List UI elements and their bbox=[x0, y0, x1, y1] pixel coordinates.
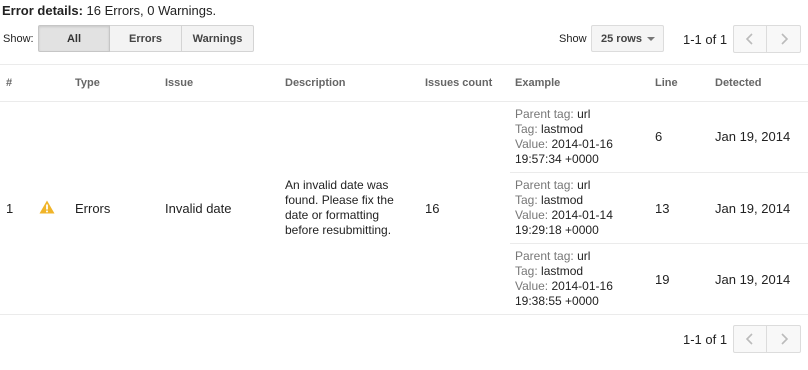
description-line: An invalid date was bbox=[285, 178, 389, 192]
example-detected: Jan 19, 2014 bbox=[715, 129, 791, 144]
col-header-detected[interactable]: Detected bbox=[715, 77, 761, 89]
table-bottom-border bbox=[0, 314, 808, 315]
description-line: found. Please fix the bbox=[285, 193, 394, 207]
description-line: date or formatting bbox=[285, 208, 380, 222]
description-line: before resubmitting. bbox=[285, 223, 392, 237]
example-line: 6 bbox=[655, 129, 663, 144]
example-detected: Jan 19, 2014 bbox=[715, 272, 791, 287]
chevron-left-icon bbox=[745, 333, 753, 345]
col-header-issue[interactable]: Issue bbox=[165, 77, 193, 89]
chevron-right-icon bbox=[780, 333, 788, 345]
summary-text: 16 Errors, 0 Warnings. bbox=[86, 3, 217, 18]
row-description: An invalid date was found. Please fix th… bbox=[285, 178, 394, 238]
filter-warnings-button[interactable]: Warnings bbox=[181, 25, 254, 52]
filter-errors-button[interactable]: Errors bbox=[110, 25, 182, 52]
chevron-right-icon bbox=[780, 33, 788, 45]
example-item: Parent tag: url Tag: lastmod Value: 2014… bbox=[515, 107, 613, 166]
col-header-issues-count[interactable]: Issues count bbox=[425, 77, 492, 89]
row-type: Errors bbox=[75, 201, 111, 216]
next-page-button-top[interactable] bbox=[767, 25, 801, 53]
filter-all-button[interactable]: All bbox=[38, 25, 110, 52]
row-index: 1 bbox=[6, 201, 14, 216]
header-bottom-border bbox=[0, 101, 808, 102]
next-page-button-bottom[interactable] bbox=[767, 325, 801, 353]
col-header-example[interactable]: Example bbox=[515, 77, 560, 89]
page-size-value: 25 rows bbox=[601, 32, 642, 45]
example-item: Parent tag: url Tag: lastmod Value: 2014… bbox=[515, 178, 613, 237]
page-size-select[interactable]: 25 rows bbox=[591, 25, 664, 52]
example-line: 19 bbox=[655, 272, 670, 287]
col-header-description[interactable]: Description bbox=[285, 77, 346, 89]
example-detected: Jan 19, 2014 bbox=[715, 201, 791, 216]
caret-down-icon bbox=[647, 37, 655, 41]
chevron-left-icon bbox=[745, 33, 753, 45]
prev-page-button-bottom[interactable] bbox=[733, 325, 767, 353]
col-header-line[interactable]: Line bbox=[655, 77, 678, 89]
col-header-type[interactable]: Type bbox=[75, 77, 100, 89]
page-size-label: Show bbox=[559, 33, 587, 45]
example-item: Parent tag: url Tag: lastmod Value: 2014… bbox=[515, 249, 613, 308]
summary-label: Error details: bbox=[2, 3, 83, 18]
col-header-index[interactable]: # bbox=[6, 77, 12, 89]
filter-label: Show: bbox=[3, 33, 34, 45]
row-issues-count: 16 bbox=[425, 201, 440, 216]
example-divider bbox=[510, 243, 808, 244]
example-divider bbox=[510, 172, 808, 173]
row-issue: Invalid date bbox=[165, 201, 232, 216]
warning-icon bbox=[39, 200, 55, 214]
pagination-top-text: 1-1 of 1 bbox=[683, 32, 728, 47]
pagination-bottom-text: 1-1 of 1 bbox=[683, 332, 728, 347]
table-top-border bbox=[0, 64, 808, 65]
error-summary: Error details: 16 Errors, 0 Warnings. bbox=[2, 3, 216, 18]
example-line: 13 bbox=[655, 201, 670, 216]
prev-page-button-top[interactable] bbox=[733, 25, 767, 53]
